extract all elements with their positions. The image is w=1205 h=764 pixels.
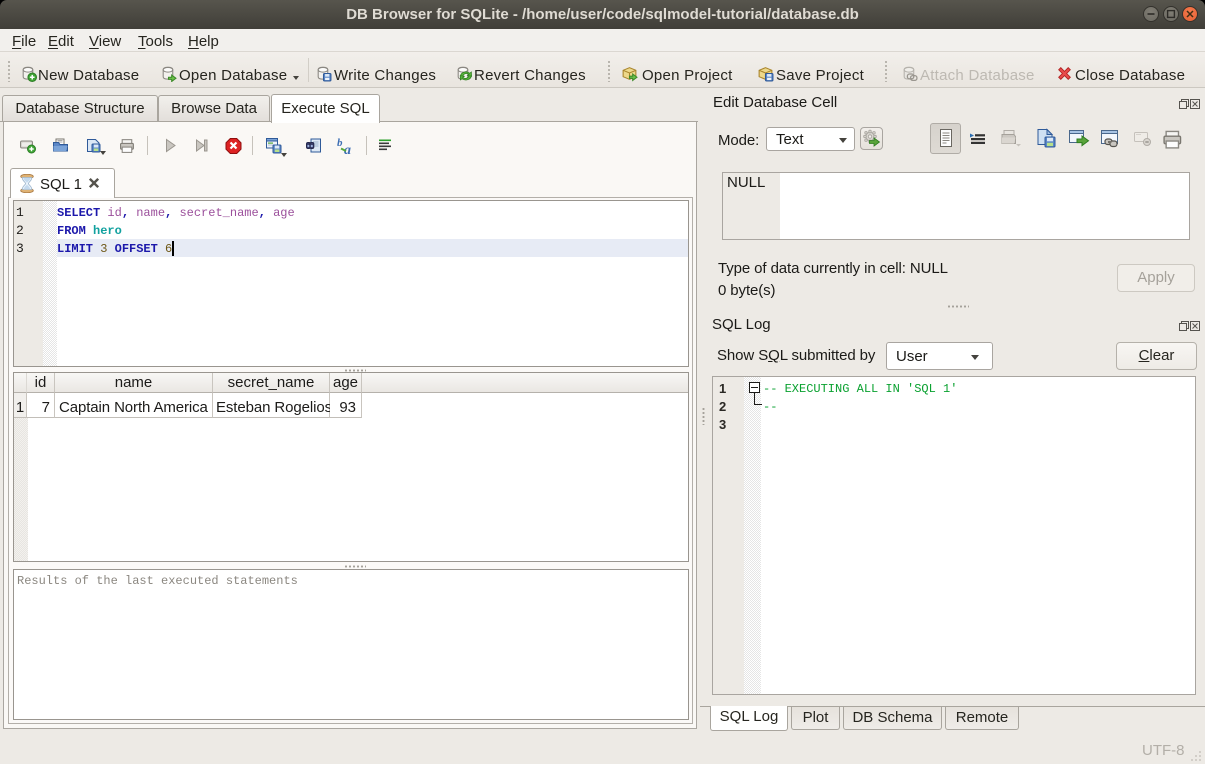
svg-text:a: a [344,143,351,155]
svg-text:b: b [337,137,343,149]
